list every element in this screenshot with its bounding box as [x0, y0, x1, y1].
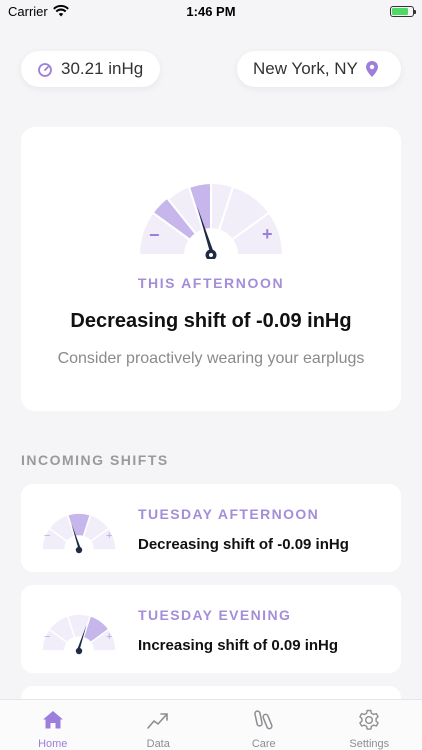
gauge-minus-label: −: [149, 225, 160, 245]
tab-data[interactable]: Data: [106, 700, 212, 750]
shift-gauge-increase: [41, 613, 117, 655]
battery-fill: [392, 7, 408, 15]
carrier-label: Carrier: [8, 3, 48, 19]
wifi-icon: [52, 5, 69, 17]
tab-settings[interactable]: Settings: [317, 700, 422, 750]
tab-care-label: Care: [251, 738, 276, 750]
gauge-plus-label: +: [262, 224, 273, 244]
shift-when: TUESDAY EVENING: [138, 607, 292, 623]
gauge-minus-small: −: [44, 631, 51, 643]
location-value: New York, NY: [253, 59, 358, 78]
current-advice: Consider proactively wearing your earplu…: [57, 350, 365, 367]
home-icon: [42, 711, 63, 729]
incoming-shifts-title: INCOMING SHIFTS: [21, 452, 169, 468]
shift-when: TUESDAY AFTERNOON: [138, 506, 320, 522]
tab-bar: Home Data Care Settings: [0, 699, 422, 750]
gear-icon: [359, 709, 380, 730]
shift-description: Decreasing shift of -0.09 inHg: [138, 536, 349, 553]
tab-data-label: Data: [146, 738, 170, 750]
incoming-shift-card[interactable]: − + TUESDAY AFTERNOON Decreasing shift o…: [21, 484, 401, 572]
pressure-value: 30.21 inHg: [61, 59, 144, 78]
tab-settings-label: Settings: [349, 738, 390, 750]
trend-icon: [147, 713, 169, 729]
status-left: Carrier: [8, 4, 69, 19]
location-pin-icon: [365, 61, 378, 77]
status-bar: Carrier 1:46 PM: [0, 0, 422, 22]
tab-home-label: Home: [38, 738, 68, 750]
pressure-pill[interactable]: 30.21 inHg: [21, 51, 160, 87]
earplugs-icon: [253, 710, 273, 730]
gauge-plus-small: +: [106, 530, 113, 542]
tab-care[interactable]: Care: [211, 700, 317, 750]
tab-home[interactable]: Home: [0, 700, 106, 750]
shift-description: Increasing shift of 0.09 inHg: [138, 637, 339, 654]
current-when: THIS AFTERNOON: [137, 275, 285, 291]
battery-icon: [390, 5, 416, 17]
location-pill[interactable]: New York, NY: [237, 51, 401, 87]
gauge-minus-small: −: [44, 530, 51, 542]
current-shift: Decreasing shift of -0.09 inHg: [70, 310, 352, 332]
shift-gauge-decrease: [41, 512, 117, 554]
current-shift-card[interactable]: − + THIS AFTERNOON Decreasing shift of -…: [21, 127, 401, 411]
gauge-icon: [38, 63, 52, 77]
gauge-plus-small: +: [106, 631, 113, 643]
incoming-shift-card[interactable]: − + TUESDAY EVENING Increasing shift of …: [21, 585, 401, 673]
